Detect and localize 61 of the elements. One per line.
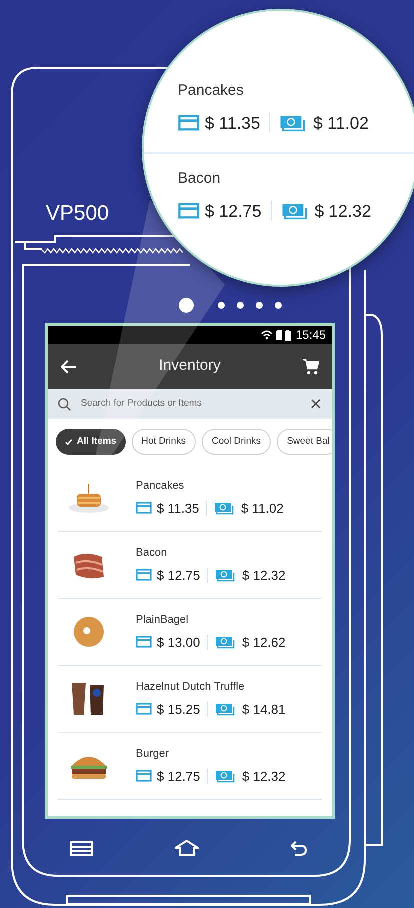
credit-card-icon bbox=[136, 770, 152, 782]
cash-price: $ 14.81 bbox=[242, 700, 286, 718]
cash-icon bbox=[280, 202, 308, 220]
card-price: $ 11.35 bbox=[157, 500, 200, 518]
credit-card-icon bbox=[136, 502, 152, 514]
search-icon bbox=[58, 398, 71, 410]
product-name: Bacon bbox=[136, 546, 168, 561]
credit-card-icon bbox=[136, 636, 152, 648]
card-price: $ 12.75 bbox=[157, 566, 200, 584]
cash-price: $ 12.32 bbox=[242, 566, 286, 584]
cash-price: $ 12.32 bbox=[314, 200, 372, 222]
cash-price: $ 11.02 bbox=[241, 500, 284, 518]
cash-icon bbox=[214, 502, 234, 515]
cash-icon bbox=[279, 114, 306, 132]
category-chip[interactable]: Sweet Bal bbox=[277, 429, 332, 455]
card-price: $ 12.75 bbox=[157, 768, 200, 786]
product-row[interactable]: PlainBagel $ 13.00 $ 12.62 bbox=[58, 599, 322, 666]
screen-title: Inventory bbox=[159, 356, 221, 376]
card-price: $ 15.25 bbox=[157, 700, 200, 718]
product-row[interactable]: Bacon $ 12.75 $ 12.32 bbox=[58, 532, 322, 599]
cash-price: $ 12.32 bbox=[242, 768, 286, 786]
cash-icon bbox=[215, 702, 236, 716]
back-arrow-icon bbox=[61, 360, 77, 374]
product-row[interactable]: Pancakes $ 11.35 $ 11.02 bbox=[58, 465, 322, 532]
credit-card-icon bbox=[178, 203, 200, 220]
product-row[interactable]: Hazelnut Dutch Truffle $ 15.25 $ 14.81 bbox=[58, 666, 322, 733]
credit-card-icon bbox=[136, 569, 152, 582]
product-name: Burger bbox=[136, 747, 170, 762]
status-time: 15:45 bbox=[296, 327, 326, 344]
category-chip[interactable]: Cool Drinks bbox=[202, 429, 272, 455]
category-chip[interactable]: Hot Drinks bbox=[132, 429, 196, 455]
search-input[interactable]: Search for Products or Items bbox=[81, 396, 310, 412]
magnified-product-name: Pancakes bbox=[178, 81, 245, 101]
signal-icon bbox=[276, 330, 282, 340]
device-model-label: VP500 bbox=[46, 201, 110, 227]
card-price: $ 12.75 bbox=[205, 200, 262, 222]
product-name: Hazelnut Dutch Truffle bbox=[136, 680, 246, 695]
check-icon bbox=[65, 438, 73, 446]
clear-search-button[interactable] bbox=[310, 398, 322, 410]
cart-icon bbox=[302, 358, 319, 374]
menu-key-icon bbox=[70, 840, 93, 856]
credit-card-icon bbox=[178, 115, 200, 132]
product-name: Pancakes bbox=[136, 479, 186, 494]
back-key-icon bbox=[291, 840, 307, 856]
card-price: $ 13.00 bbox=[157, 634, 200, 652]
home-key-icon bbox=[175, 840, 199, 856]
card-price: $ 11.35 bbox=[205, 112, 260, 134]
cash-icon bbox=[215, 770, 236, 783]
close-icon bbox=[311, 399, 321, 409]
product-row[interactable]: Burger $ 12.75 $ 12.32 bbox=[58, 733, 322, 800]
magnified-product-name: Bacon bbox=[178, 169, 222, 189]
wifi-icon bbox=[260, 330, 273, 340]
product-name: PlainBagel bbox=[136, 613, 190, 628]
cash-icon bbox=[215, 636, 236, 649]
category-chip[interactable]: All Items bbox=[56, 429, 126, 455]
credit-card-icon bbox=[136, 703, 152, 716]
cash-price: $ 11.02 bbox=[313, 112, 369, 134]
cash-icon bbox=[215, 568, 236, 582]
cash-price: $ 12.62 bbox=[242, 634, 286, 652]
search-field[interactable]: Search for Products or Items bbox=[48, 389, 332, 419]
battery-icon bbox=[284, 330, 291, 340]
